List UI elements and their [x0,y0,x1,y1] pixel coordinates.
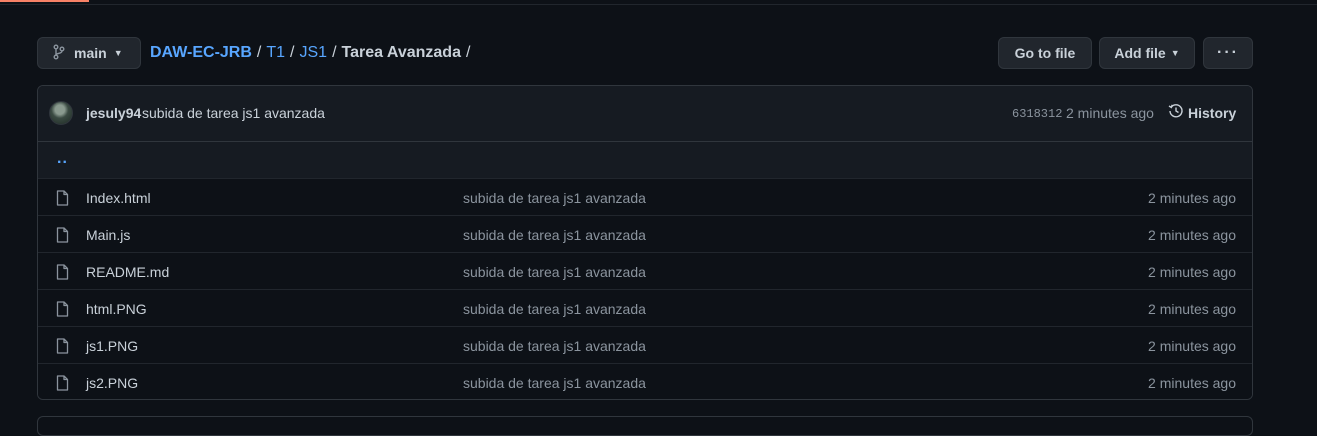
file-row[interactable]: Index.html subida de tarea js1 avanzada 2 … [38,179,1252,216]
file-commit-message[interactable]: subida de tarea js1 avanzada [463,301,646,317]
file-commit-message[interactable]: subida de tarea js1 avanzada [463,338,646,354]
add-file-button[interactable]: Add file ▼ [1099,37,1195,69]
parent-directory-link[interactable]: .. [57,150,68,168]
breadcrumb-repo-link[interactable]: DAW-EC-JRB [150,44,252,62]
file-navigation: main ▼ DAW-EC-JRB / T1 / JS1 / Tarea Ava… [37,37,1253,69]
file-icon [56,338,69,354]
readme-container [37,416,1253,436]
breadcrumb-separator: / [290,44,295,61]
file-name-link[interactable]: html.PNG [86,301,147,317]
commit-sha[interactable]: 6318312 [1012,107,1062,121]
file-commit-message[interactable]: subida de tarea js1 avanzada [463,375,646,391]
breadcrumb-segment-t1[interactable]: T1 [266,44,285,62]
breadcrumb-segment-js1[interactable]: JS1 [299,44,327,62]
breadcrumb: DAW-EC-JRB / T1 / JS1 / Tarea Avanzada / [150,37,475,69]
file-commit-time: 2 minutes ago [1148,264,1236,280]
active-tab-indicator [0,0,89,2]
add-file-label: Add file [1114,45,1166,61]
file-commit-time: 2 minutes ago [1148,338,1236,354]
history-link[interactable]: History [1168,103,1236,122]
file-icon [56,227,69,243]
file-commit-message[interactable]: subida de tarea js1 avanzada [463,264,646,280]
breadcrumb-separator: / [465,44,471,61]
git-branch-icon [53,44,65,63]
latest-commit-bar: jesuly94 subida de tarea js1 avanzada 63… [38,86,1252,142]
file-commit-time: 2 minutes ago [1148,375,1236,391]
file-row[interactable]: README.md subida de tarea js1 avanzada 2 m… [38,253,1252,290]
commit-author[interactable]: jesuly94 [86,105,141,121]
file-row[interactable]: html.PNG subida de tarea js1 avanzada 2 mi… [38,290,1252,327]
commit-message[interactable]: subida de tarea js1 avanzada [142,105,325,121]
file-row[interactable]: js2.PNG subida de tarea js1 avanzada 2 min… [38,364,1252,399]
go-to-file-button[interactable]: Go to file [998,37,1092,69]
breadcrumb-current: Tarea Avanzada [341,44,461,61]
file-row[interactable]: Main.js subida de tarea js1 avanzada 2 min… [38,216,1252,253]
file-browser: jesuly94 subida de tarea js1 avanzada 63… [37,85,1253,400]
commit-time: 2 minutes ago [1066,105,1154,121]
file-name-link[interactable]: README.md [86,264,169,280]
branch-selector-button[interactable]: main ▼ [37,37,141,69]
history-clock-icon [1168,103,1184,122]
more-options-button[interactable]: ··· [1203,37,1253,69]
file-list: Index.html subida de tarea js1 avanzada 2 … [38,179,1252,399]
breadcrumb-separator: / [332,44,337,61]
file-commit-message[interactable]: subida de tarea js1 avanzada [463,190,646,206]
file-name-link[interactable]: Main.js [86,227,130,243]
breadcrumb-separator: / [256,44,262,61]
chevron-down-icon: ▼ [1170,48,1180,58]
avatar[interactable] [49,101,73,125]
file-row[interactable]: js1.PNG subida de tarea js1 avanzada 2 min… [38,327,1252,364]
history-label: History [1188,104,1237,121]
file-name-link[interactable]: Index.html [86,190,151,206]
file-icon [56,190,69,206]
file-icon [56,375,69,391]
file-commit-message[interactable]: subida de tarea js1 avanzada [463,227,646,243]
branch-name: main [74,45,107,61]
file-commit-time: 2 minutes ago [1148,227,1236,243]
file-icon [56,301,69,317]
file-name-link[interactable]: js1.PNG [86,338,138,354]
file-icon [56,264,69,280]
chevron-down-icon: ▼ [113,48,123,58]
top-tab-underline [0,0,1317,5]
file-commit-time: 2 minutes ago [1148,190,1236,206]
file-commit-time: 2 minutes ago [1148,301,1236,317]
file-name-link[interactable]: js2.PNG [86,375,138,391]
parent-directory-row[interactable]: .. [38,142,1252,179]
